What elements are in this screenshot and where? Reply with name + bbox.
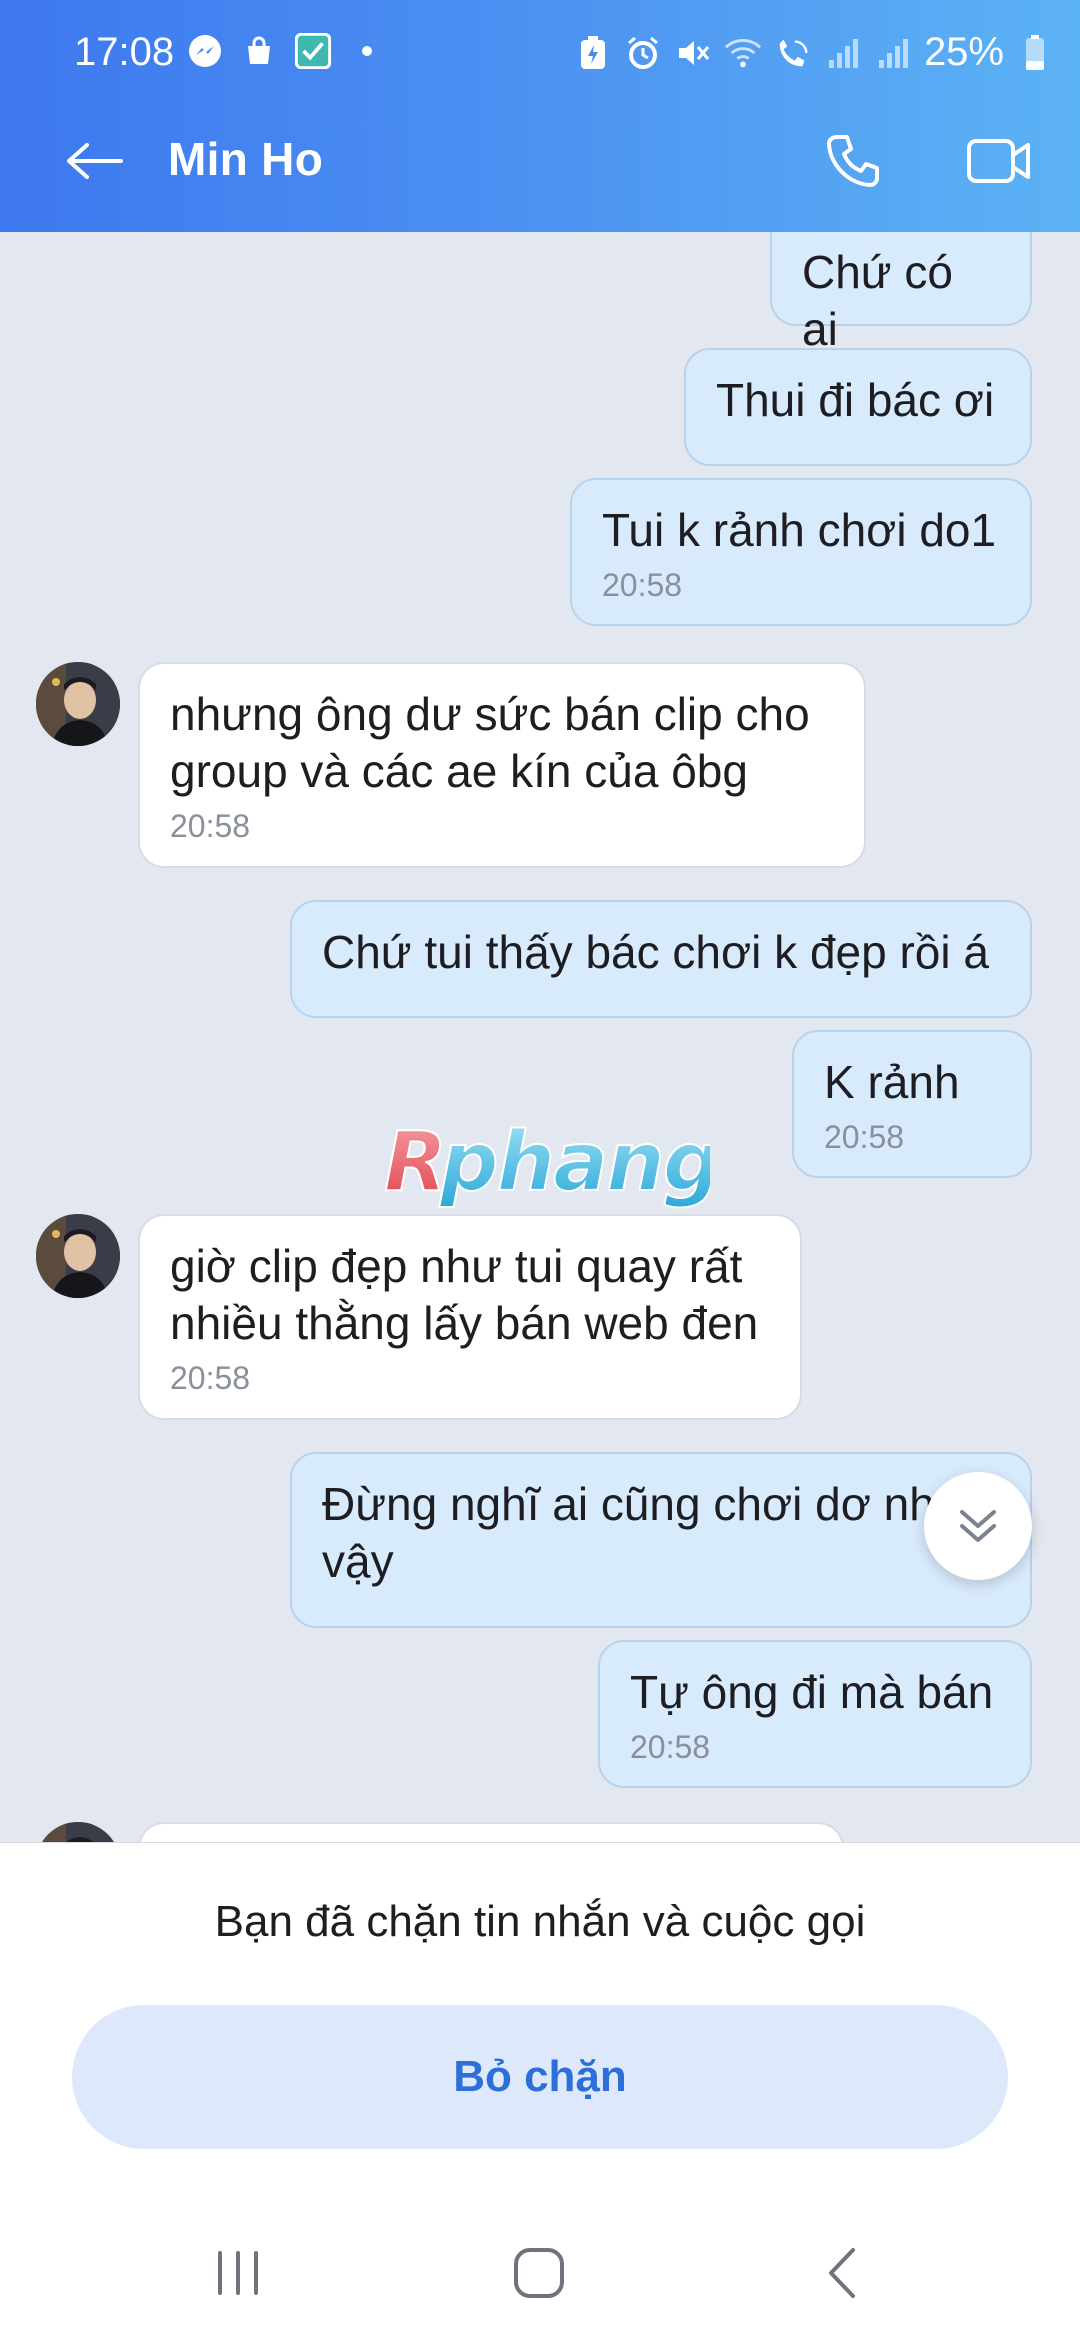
blocked-notice: Bạn đã chặn tin nhắn và cuộc gọi <box>214 1897 866 1946</box>
alarm-icon <box>624 34 662 72</box>
home-button[interactable] <box>494 2238 584 2308</box>
message-time: 20:58 <box>170 808 251 844</box>
message-text: Tui k rảnh chơi do1 <box>602 504 997 556</box>
battery-icon <box>1016 34 1054 72</box>
message-bubble-outgoing[interactable]: Tự ông đi mà bán 20:58 <box>598 1640 1032 1788</box>
wifi-calling-icon <box>774 34 812 72</box>
dot-icon <box>348 32 386 70</box>
message-text-line: vậy <box>322 1535 394 1587</box>
recent-apps-button[interactable] <box>194 2238 284 2308</box>
signal-icon <box>824 34 862 72</box>
shopping-bag-icon <box>240 32 278 70</box>
message-text: Chứ tui thấy bác chơi k đẹp rồi á <box>322 926 989 978</box>
message-time: 20:58 <box>170 1360 251 1396</box>
battery-saver-icon <box>574 34 612 72</box>
voice-call-button[interactable] <box>820 128 886 194</box>
message-text: Tự ông đi mà bán <box>630 1666 994 1718</box>
back-button[interactable] <box>60 126 130 196</box>
status-notification-icons <box>186 32 386 70</box>
message-bubble-outgoing[interactable]: Chứ tui thấy bác chơi k đẹp rồi á <box>290 900 1032 1018</box>
message-bubble-incoming[interactable]: nhưng ông dư sức bán clip cho group và c… <box>138 662 866 868</box>
avatar[interactable] <box>36 1214 120 1298</box>
message-bubble-incoming[interactable] <box>138 1822 844 1842</box>
status-time: 17:08 <box>74 30 175 74</box>
message-text-line: nhưng ông dư sức bán clip cho <box>170 688 810 740</box>
message-bubble-outgoing[interactable]: Tui k rảnh chơi do1 20:58 <box>570 478 1032 626</box>
messenger-icon <box>186 32 224 70</box>
message-text: K rảnh <box>824 1056 960 1108</box>
wifi-icon <box>724 34 762 72</box>
message-time: 20:58 <box>630 1729 711 1765</box>
scroll-to-bottom-button[interactable] <box>924 1472 1032 1580</box>
back-nav-button[interactable] <box>798 2238 888 2308</box>
message-bubble-outgoing[interactable]: Đừng nghĩ ai cũng chơi dơ như vậy <box>290 1452 1032 1628</box>
top-bar: 17:08 25% Min Ho <box>0 0 1080 232</box>
battery-percent: 25% <box>923 30 1004 74</box>
unblock-button[interactable]: Bỏ chặn <box>72 2005 1008 2149</box>
message-list[interactable]: Chứ có ai Thui đi bác ơi Tui k rảnh chơi… <box>0 232 1080 1842</box>
phone-icon <box>827 135 879 187</box>
message-text: Chứ có ai <box>802 246 953 355</box>
svg-text:phang: phang <box>439 1116 710 1210</box>
system-navigation-bar <box>0 2200 1080 2340</box>
message-text-line: giờ clip đẹp như tui quay rất <box>170 1240 743 1292</box>
avatar[interactable] <box>36 662 120 746</box>
signal-icon <box>874 34 912 72</box>
status-system-icons: 25% <box>574 30 1054 75</box>
mute-icon <box>674 34 712 72</box>
recent-apps-icon <box>218 2251 258 2295</box>
watermark-logo: R phang <box>380 1114 722 1216</box>
double-chevron-down-icon <box>960 1510 996 1542</box>
message-bubble-outgoing[interactable]: K rảnh 20:58 <box>792 1030 1032 1178</box>
check-app-icon <box>294 32 332 70</box>
message-time: 20:58 <box>602 567 683 603</box>
message-bubble-outgoing[interactable]: Chứ có ai <box>770 232 1032 355</box>
back-chevron-icon <box>829 2248 855 2298</box>
home-icon <box>514 2248 564 2298</box>
message-text-line: group và các ae kín của ôbg <box>170 745 748 797</box>
message-text-line: nhiều thằng lấy bán web đen <box>170 1297 759 1349</box>
avatar[interactable] <box>36 1822 120 1842</box>
video-call-button[interactable] <box>962 128 1036 194</box>
svg-text:R: R <box>384 1116 445 1210</box>
message-bubble-outgoing[interactable]: Thui đi bác ơi <box>684 348 1032 466</box>
status-bar: 17:08 25% <box>0 0 1080 88</box>
message-text: Thui đi bác ơi <box>716 374 995 426</box>
contact-name[interactable]: Min Ho <box>168 132 323 186</box>
message-bubble-incoming[interactable]: giờ clip đẹp như tui quay rất nhiều thằn… <box>138 1214 802 1420</box>
back-arrow-icon <box>67 143 123 179</box>
video-camera-icon <box>967 139 1030 183</box>
message-text-line: Đừng nghĩ ai cũng chơi dơ như <box>322 1478 966 1530</box>
chat-header: Min Ho <box>0 88 1080 232</box>
message-time: 20:58 <box>824 1119 905 1155</box>
